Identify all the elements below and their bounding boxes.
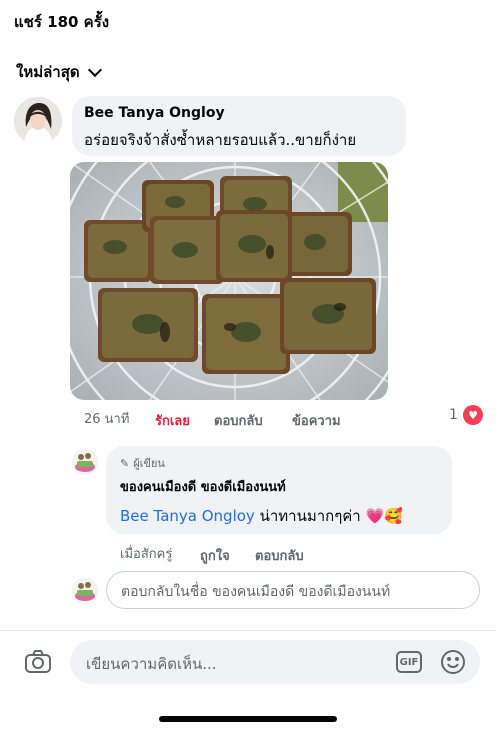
comment-author[interactable]: Bee Tanya Ongloy (84, 105, 225, 121)
message-button[interactable]: ข้อความ (292, 410, 341, 431)
author-badge: ✎ ผู้เขียน (120, 454, 165, 472)
share-count[interactable]: แชร์ 180 ครั้ง (14, 10, 109, 34)
author-badge-label: ผู้เขียน (133, 457, 165, 470)
reply-author[interactable]: ของคนเมืองดี ของดีเมืองนนท์ (120, 476, 286, 497)
reply-text: น่าทานมากๆค่า 💗🥰 (259, 507, 403, 525)
sort-label: ใหม่ล่าสุด (16, 63, 80, 81)
page-avatar[interactable] (72, 449, 98, 475)
comment-placeholder: เขียนความคิดเห็น... (86, 655, 217, 673)
heart-reaction-icon[interactable]: ♥ (463, 405, 483, 425)
reply-bubble: ✎ ผู้เขียน ของคนเมืองดี ของดีเมืองนนท์ B… (106, 446, 452, 534)
camera-icon[interactable] (24, 648, 52, 676)
comment-photo[interactable] (70, 162, 388, 400)
avatar[interactable] (14, 97, 62, 145)
home-indicator (159, 716, 337, 722)
sort-dropdown[interactable]: ใหม่ล่าสุด (16, 60, 102, 84)
mention-link[interactable]: Bee Tanya Ongloy (120, 507, 255, 525)
comment-input[interactable]: เขียนความคิดเห็น... GIF (70, 640, 480, 684)
reaction-count[interactable]: 1 (449, 407, 458, 423)
divider (0, 630, 496, 631)
reply-timestamp[interactable]: เมื่อสักครู่ (120, 543, 172, 564)
reply-button[interactable]: ตอบกลับ (214, 410, 263, 431)
comment-bubble: Bee Tanya Ongloy อร่อยจริงจ้าสั่งซ้ำหลาย… (72, 96, 406, 156)
emoji-icon[interactable] (440, 649, 466, 675)
reply-to-reply-button[interactable]: ตอบกลับ (255, 545, 304, 566)
gif-icon[interactable]: GIF (396, 651, 422, 673)
pencil-icon: ✎ (120, 456, 130, 470)
page-avatar-small (72, 578, 98, 604)
comment-timestamp[interactable]: 26 นาที (84, 408, 129, 429)
like-button[interactable]: ถูกใจ (200, 545, 230, 566)
reply-text-line: Bee Tanya Ongloy น่าทานมากๆค่า 💗🥰 (120, 504, 403, 528)
comment-text: อร่อยจริงจ้าสั่งซ้ำหลายรอบแล้ว..ขายก็ง่า… (84, 131, 357, 149)
reply-input[interactable]: ตอบกลับในชื่อ ของคนเมืองดี ของดีเมืองนนท… (106, 571, 480, 609)
chevron-down-icon (87, 62, 102, 78)
love-reaction-button[interactable]: รักเลย (155, 410, 190, 431)
